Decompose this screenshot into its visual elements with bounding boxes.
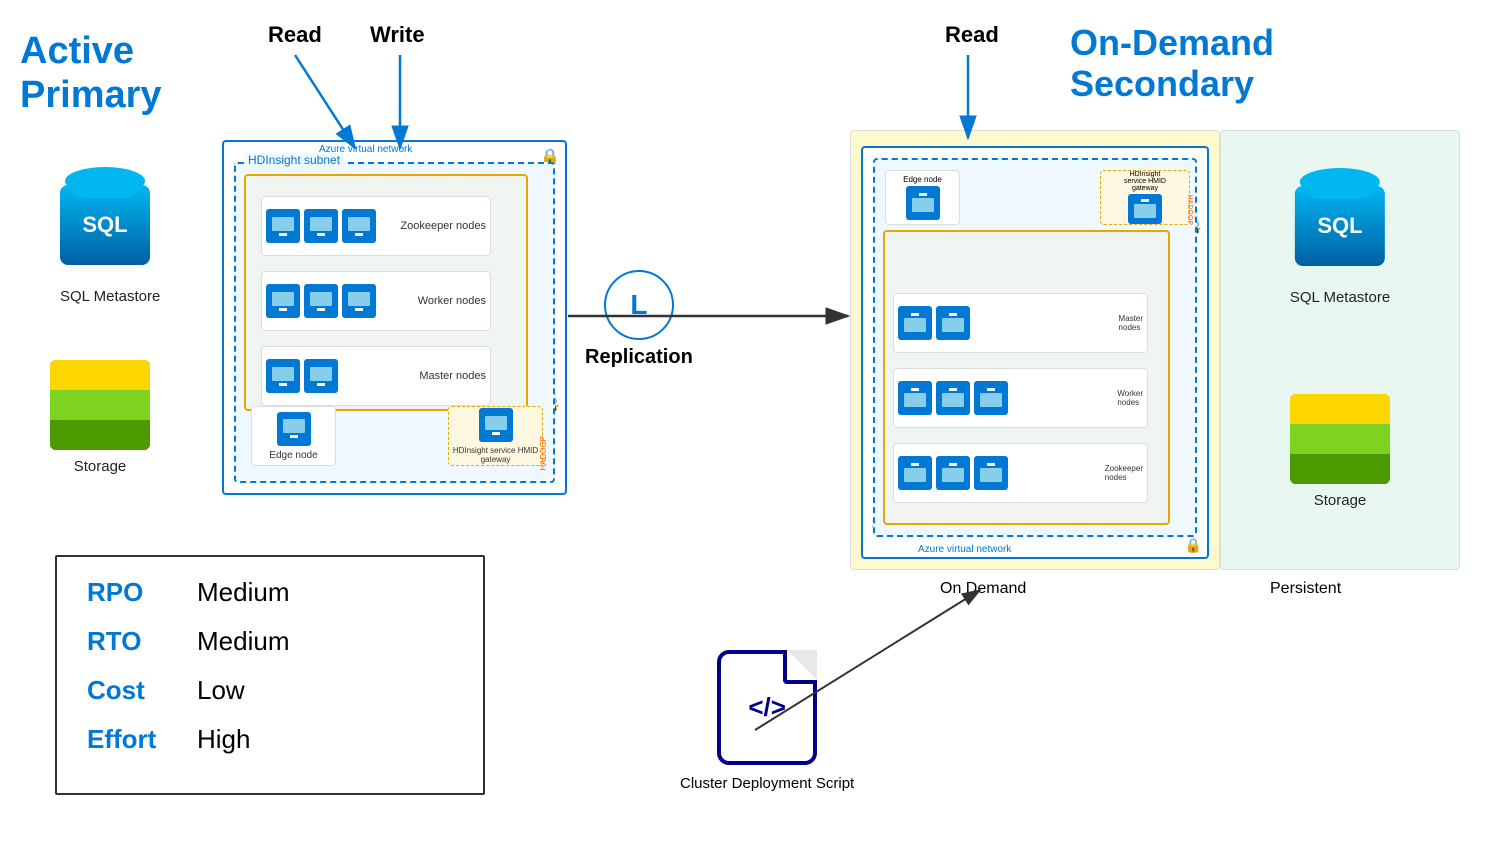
hdinsight-box-right: Azure virtual network 🔒 🐝 🐝 Zookeepernod… <box>861 146 1209 559</box>
gateway-box: HDInsight service HMID gateway <box>448 406 543 466</box>
azure-vnet-label-right: Azure virtual network <box>918 544 1011 555</box>
code-icon: </> <box>717 650 817 765</box>
main-container: Active Primary Read Write Read On-Demand… <box>0 0 1485 864</box>
cost-row: Cost Low <box>87 675 453 706</box>
sql-text-left: SQL <box>82 212 127 238</box>
write-label: Write <box>370 22 425 48</box>
edge-label: Edge node <box>269 450 317 461</box>
storage-icon-left <box>50 360 150 450</box>
zookeeper-label: Zookeeper nodes <box>400 220 486 232</box>
info-box: RPO Medium RTO Medium Cost Low Effort Hi… <box>55 555 485 795</box>
on-demand-secondary-label: On-Demand Secondary <box>1070 22 1274 105</box>
storage-label-left: Storage <box>50 458 150 475</box>
effort-row: Effort High <box>87 724 453 755</box>
on-demand-label: On Demand <box>940 580 1026 598</box>
cluster-deploy-label: Cluster Deployment Script <box>680 775 854 792</box>
active-primary-label: Active Primary <box>20 30 162 117</box>
cost-key: Cost <box>87 675 197 706</box>
edge-row: Edge node <box>251 406 336 466</box>
replication-circle: L <box>604 270 674 340</box>
worker-row: Worker nodes <box>261 271 491 331</box>
replication-area: L Replication <box>585 270 693 369</box>
subnet-label-left: HDInsight subnet <box>244 153 344 167</box>
cluster-deploy-area: </> Cluster Deployment Script <box>680 650 854 792</box>
sql-metastore-left: SQL SQL Metastore <box>60 185 160 305</box>
sql-text-right: SQL <box>1317 213 1362 239</box>
storage-right: Storage <box>1290 394 1390 509</box>
read-label-left: Read <box>268 22 322 48</box>
master-label: Master nodes <box>419 370 486 382</box>
storage-left: Storage <box>50 360 150 475</box>
rpo-row: RPO Medium <box>87 577 453 608</box>
storage-label-right: Storage <box>1290 492 1390 509</box>
rto-row: RTO Medium <box>87 626 453 657</box>
read-label-right: Read <box>945 22 999 48</box>
on-demand-box: Azure virtual network 🔒 🐝 🐝 Zookeepernod… <box>850 130 1220 570</box>
hadoop-label-left: HADOOP <box>539 436 548 471</box>
rpo-key: RPO <box>87 577 197 608</box>
sql-metastore-label-right: SQL Metastore <box>1290 289 1390 306</box>
gateway-label: HDInsight service HMID gateway <box>449 446 542 464</box>
cost-value: Low <box>197 675 245 706</box>
sql-metastore-right: SQL SQL Metastore <box>1290 186 1390 306</box>
code-icon-text: </> <box>748 692 786 723</box>
hdinsight-box-left: ☁ Azure virtual network 🔒 🐝 🐝 HDInsight … <box>222 140 567 495</box>
persistent-box: SQL SQL Metastore Storage <box>1220 130 1460 570</box>
effort-key: Effort <box>87 724 197 755</box>
effort-value: High <box>197 724 250 755</box>
hdinsight-subnet-left: HDInsight subnet Zookeeper nodes <box>234 162 555 483</box>
storage-icon-right <box>1290 394 1390 484</box>
rpo-value: Medium <box>197 577 289 608</box>
zookeeper-row: Zookeeper nodes <box>261 196 491 256</box>
lock-icon-right: 🔒 <box>1185 537 1202 554</box>
master-row: Master nodes <box>261 346 491 406</box>
persistent-label: Persistent <box>1270 580 1341 598</box>
sql-metastore-label-left: SQL Metastore <box>60 288 160 305</box>
replication-label: Replication <box>585 346 693 369</box>
rto-value: Medium <box>197 626 289 657</box>
worker-label: Worker nodes <box>418 295 486 307</box>
rto-key: RTO <box>87 626 197 657</box>
